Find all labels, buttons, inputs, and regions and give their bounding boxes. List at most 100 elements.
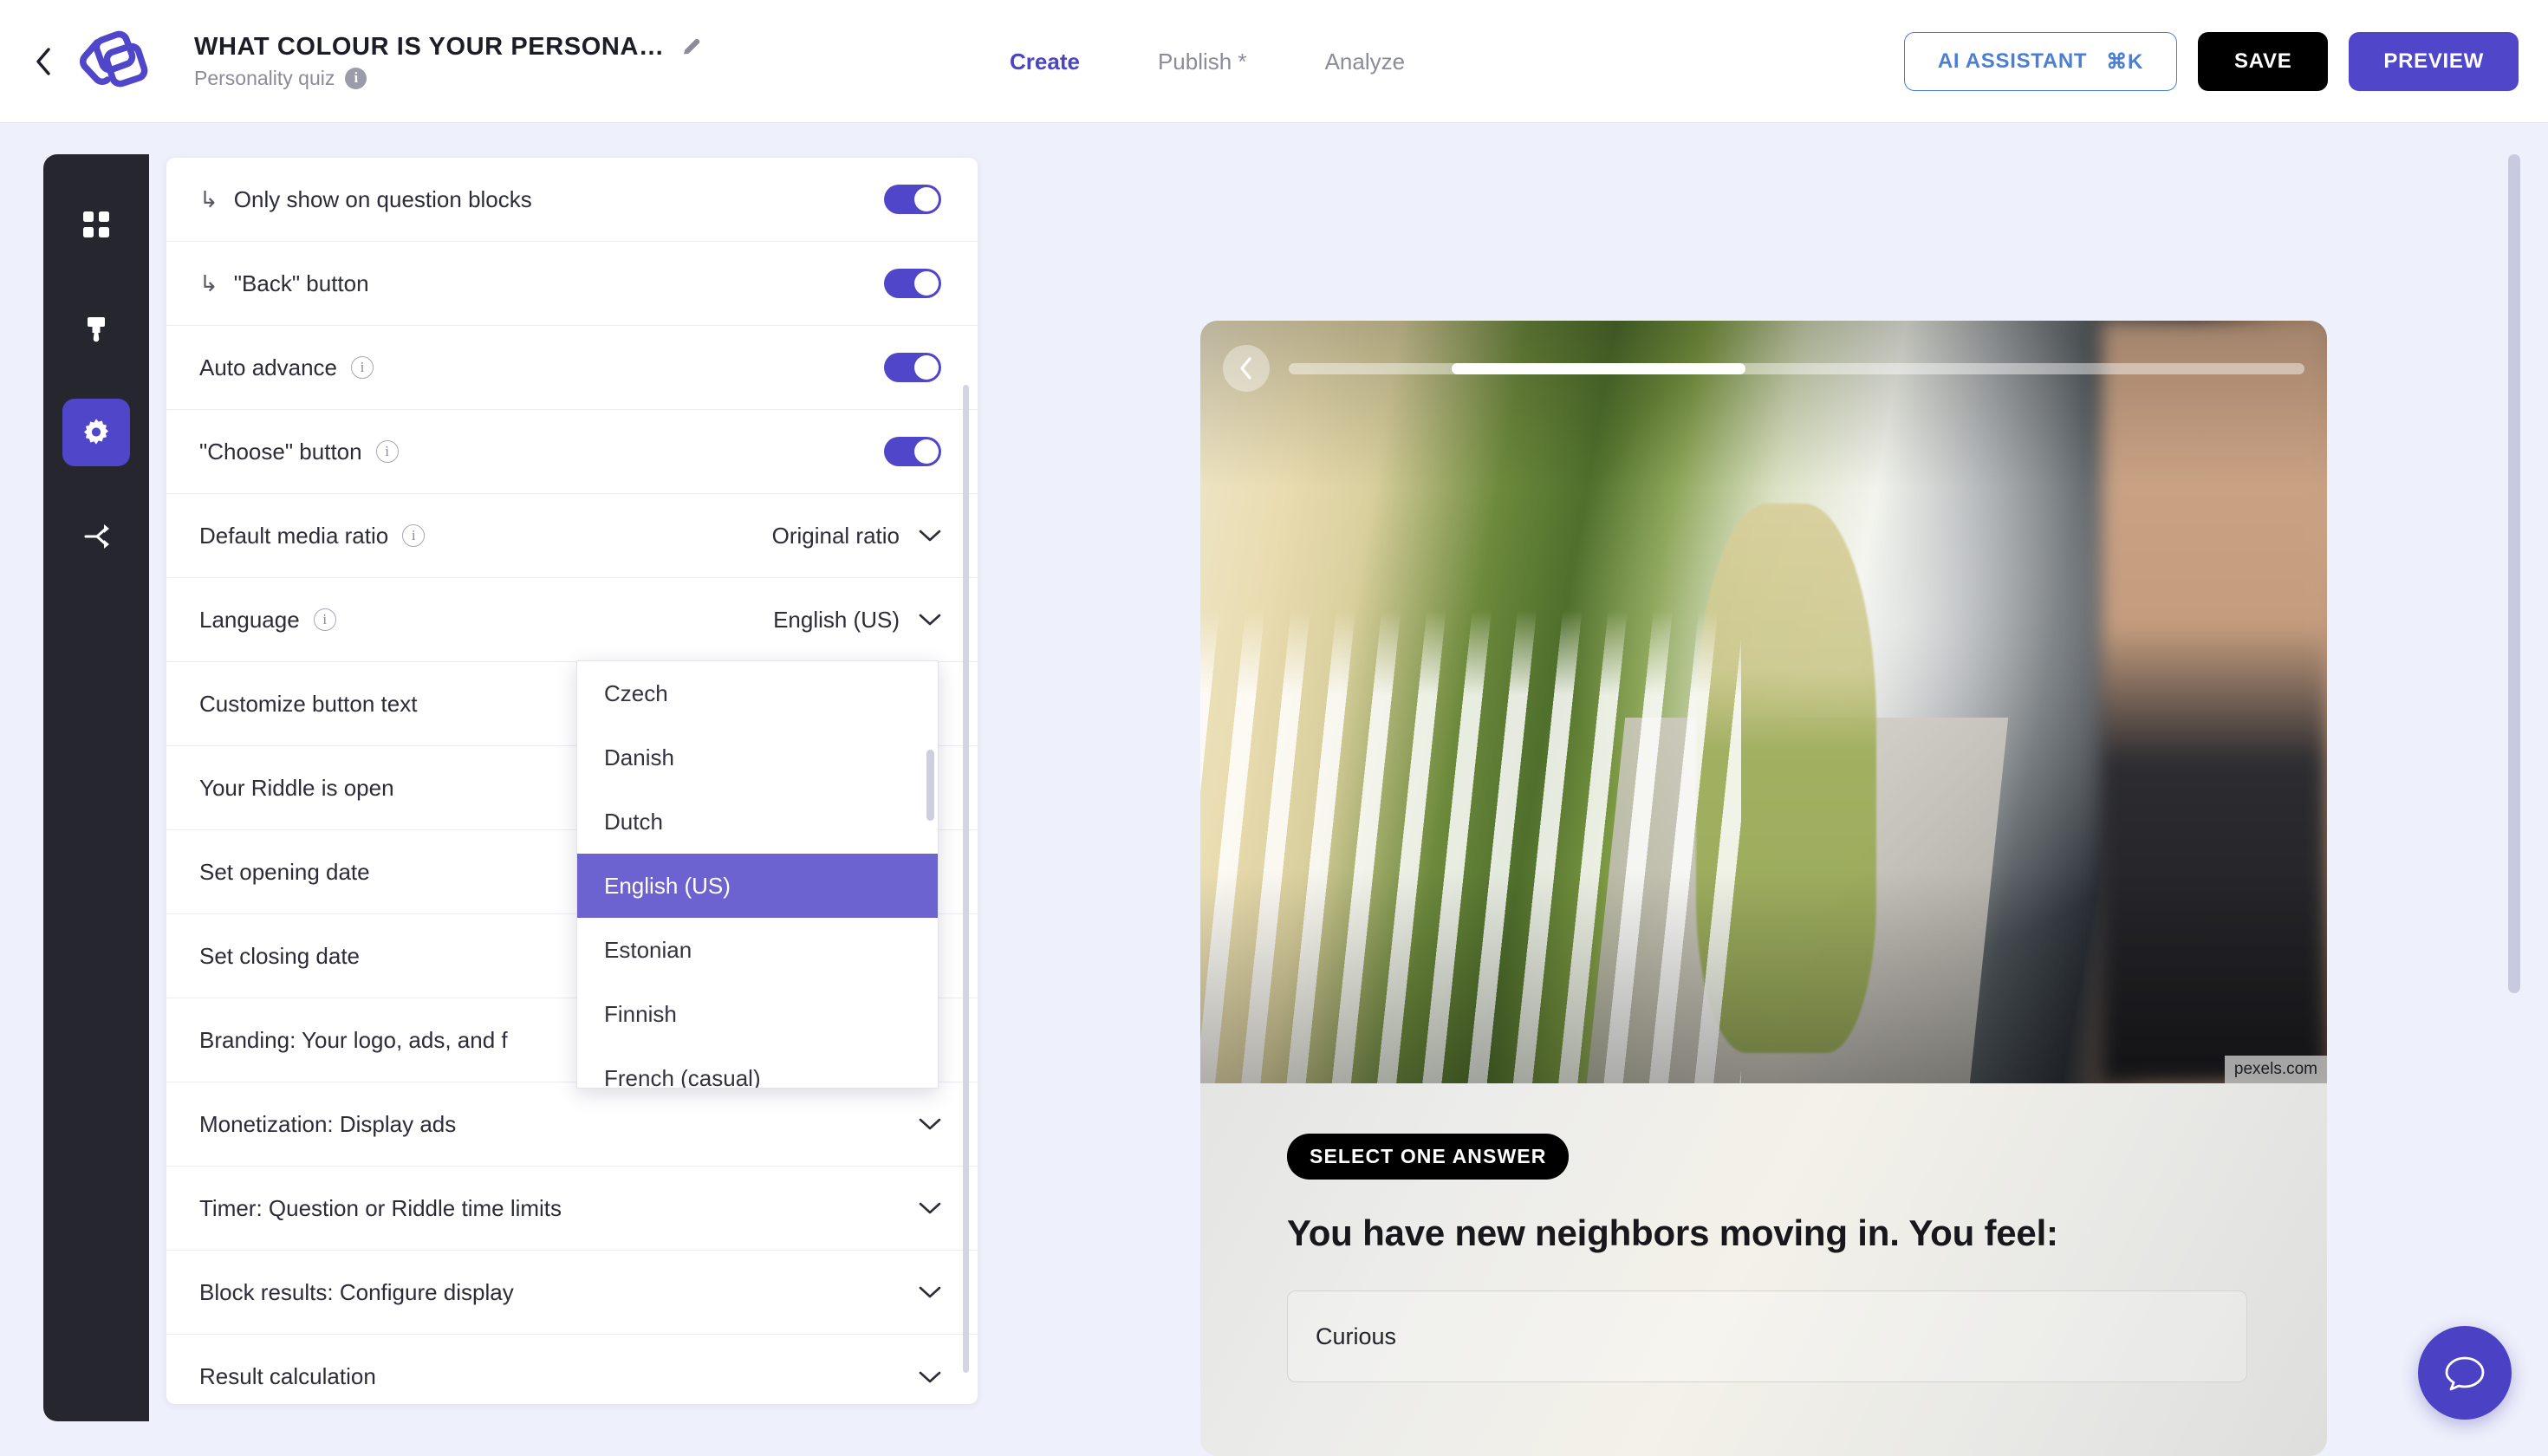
info-icon[interactable]: i (313, 608, 336, 631)
setting-label-text: Monetization: Display ads (199, 1110, 457, 1137)
chevron-down-icon[interactable] (919, 1370, 941, 1384)
page-title: WHAT COLOUR IS YOUR PERSONA… (194, 32, 665, 61)
rail-item-settings[interactable] (62, 399, 130, 466)
language-dropdown-scrollbar[interactable] (926, 750, 934, 821)
pencil-icon[interactable] (680, 36, 703, 58)
tab-analyze[interactable]: Analyze (1325, 49, 1406, 75)
save-button[interactable]: SAVE (2198, 32, 2329, 91)
setting-label: Default media ratio i (199, 522, 426, 549)
answer-option-curious[interactable]: Curious (1287, 1290, 2247, 1382)
setting-label-text: Auto advance (199, 354, 338, 380)
ai-assistant-button[interactable]: AI ASSISTANT ⌘K (1903, 32, 2178, 91)
setting-row-only-show-question-blocks[interactable]: ↳ Only show on question blocks (166, 158, 978, 242)
rail-item-blocks[interactable] (62, 191, 130, 258)
page-scrollbar[interactable] (2508, 154, 2520, 993)
status-badge: SELECT ONE ANSWER (1287, 1134, 1570, 1180)
chevron-down-icon[interactable] (919, 1201, 941, 1215)
setting-label-text: Timer: Question or Riddle time limits (199, 1194, 562, 1221)
toggle-choose-button[interactable] (884, 437, 941, 466)
setting-label: Auto advance i (199, 354, 374, 381)
setting-label: Branding: Your logo, ads, and f (199, 1027, 508, 1054)
setting-label-text: "Choose" button (199, 438, 362, 465)
grid-icon (83, 211, 109, 237)
preview-button[interactable]: PREVIEW (2349, 32, 2519, 91)
setting-row-block-results[interactable]: Block results: Configure display (166, 1251, 978, 1335)
setting-label: Customize button text (199, 691, 417, 718)
setting-label: "Choose" button i (199, 439, 399, 465)
info-icon[interactable]: i (375, 440, 399, 463)
chevron-down-icon[interactable] (919, 529, 941, 543)
setting-label-text: Result calculation (199, 1363, 376, 1389)
setting-label-text: Set closing date (199, 942, 361, 969)
brush-icon (88, 317, 105, 342)
language-option-dutch[interactable]: Dutch (577, 790, 938, 854)
info-icon[interactable]: i (402, 524, 426, 547)
settings-panel-scrollbar[interactable] (963, 385, 969, 1373)
language-option-danish[interactable]: Danish (577, 725, 938, 790)
rail-item-design[interactable] (62, 295, 130, 362)
setting-label-text: Customize button text (199, 690, 418, 717)
info-icon[interactable]: i (351, 356, 374, 379)
riddle-logo-icon[interactable] (66, 22, 156, 101)
quiz-title-block: WHAT COLOUR IS YOUR PERSONA… Personality… (194, 33, 703, 90)
setting-label-text: Only show on question blocks (233, 185, 532, 212)
top-bar: WHAT COLOUR IS YOUR PERSONA… Personality… (0, 0, 2548, 123)
chevron-left-icon (1240, 357, 1251, 380)
setting-label: ↳ "Back" button (199, 270, 369, 297)
setting-label-text: Language (199, 606, 300, 633)
image-vignette (1200, 321, 2327, 1083)
tab-publish[interactable]: Publish * (1158, 49, 1247, 75)
setting-label: Timer: Question or Riddle time limits (199, 1195, 562, 1222)
quiz-preview: pexels.com SELECT ONE ANSWER You have ne… (1200, 321, 2327, 1456)
language-option-czech[interactable]: Czech (577, 661, 938, 725)
setting-row-default-media-ratio[interactable]: Default media ratio i Original ratio (166, 494, 978, 578)
left-icon-rail (43, 154, 149, 1421)
preview-back-button[interactable] (1223, 345, 1270, 392)
setting-label-text: "Back" button (233, 270, 369, 296)
preview-progress-row (1200, 321, 2327, 416)
image-credit: pexels.com (2224, 1056, 2327, 1083)
setting-row-auto-advance[interactable]: Auto advance i (166, 326, 978, 410)
share-icon (84, 524, 109, 549)
setting-label-text: Your Riddle is open (199, 774, 394, 801)
language-option-french-casual[interactable]: French (casual) (577, 1046, 938, 1089)
language-option-finnish[interactable]: Finnish (577, 982, 938, 1046)
chevron-down-icon[interactable] (919, 613, 941, 627)
language-value: English (US) (773, 606, 900, 633)
main-nav-tabs: Create Publish * Analyze (1010, 0, 1405, 123)
language-option-estonian[interactable]: Estonian (577, 918, 938, 982)
setting-row-back-button[interactable]: ↳ "Back" button (166, 242, 978, 326)
quiz-type-label: Personality quiz (194, 66, 335, 89)
ai-assistant-shortcut: ⌘K (2106, 49, 2144, 74)
toggle-auto-advance[interactable] (884, 353, 941, 382)
chevron-left-icon (36, 47, 50, 75)
media-ratio-value: Original ratio (771, 522, 900, 549)
setting-label-text: Block results: Configure display (199, 1278, 514, 1305)
question-image: pexels.com (1200, 321, 2327, 1083)
progress-bar[interactable] (1289, 362, 2304, 374)
chat-support-button[interactable] (2418, 1326, 2512, 1420)
toggle-only-show-question-blocks[interactable] (884, 185, 941, 214)
setting-label: Monetization: Display ads (199, 1111, 456, 1138)
chevron-down-icon[interactable] (919, 1117, 941, 1131)
setting-label: Result calculation (199, 1363, 376, 1390)
info-icon[interactable]: i (345, 67, 367, 89)
rail-item-share[interactable] (62, 503, 130, 570)
setting-row-monetization[interactable]: Monetization: Display ads (166, 1082, 978, 1167)
setting-row-result-calculation[interactable]: Result calculation (166, 1335, 978, 1404)
back-button[interactable] (28, 46, 59, 77)
question-body: SELECT ONE ANSWER You have new neighbors… (1200, 1083, 2327, 1456)
setting-row-language[interactable]: Language i English (US) (166, 578, 978, 662)
chevron-down-icon[interactable] (919, 1285, 941, 1299)
tab-create[interactable]: Create (1010, 49, 1080, 75)
setting-label: Your Riddle is open (199, 775, 394, 802)
setting-label-text: Default media ratio (199, 522, 389, 549)
language-option-english-us[interactable]: English (US) (577, 854, 938, 918)
setting-label-text: Set opening date (199, 858, 370, 885)
sub-arrow-icon: ↳ (199, 185, 218, 212)
setting-row-timer[interactable]: Timer: Question or Riddle time limits (166, 1167, 978, 1251)
setting-label: Set closing date (199, 943, 360, 970)
ai-assistant-label: AI ASSISTANT (1937, 49, 2088, 73)
setting-row-choose-button[interactable]: "Choose" button i (166, 410, 978, 494)
toggle-back-button[interactable] (884, 269, 941, 298)
